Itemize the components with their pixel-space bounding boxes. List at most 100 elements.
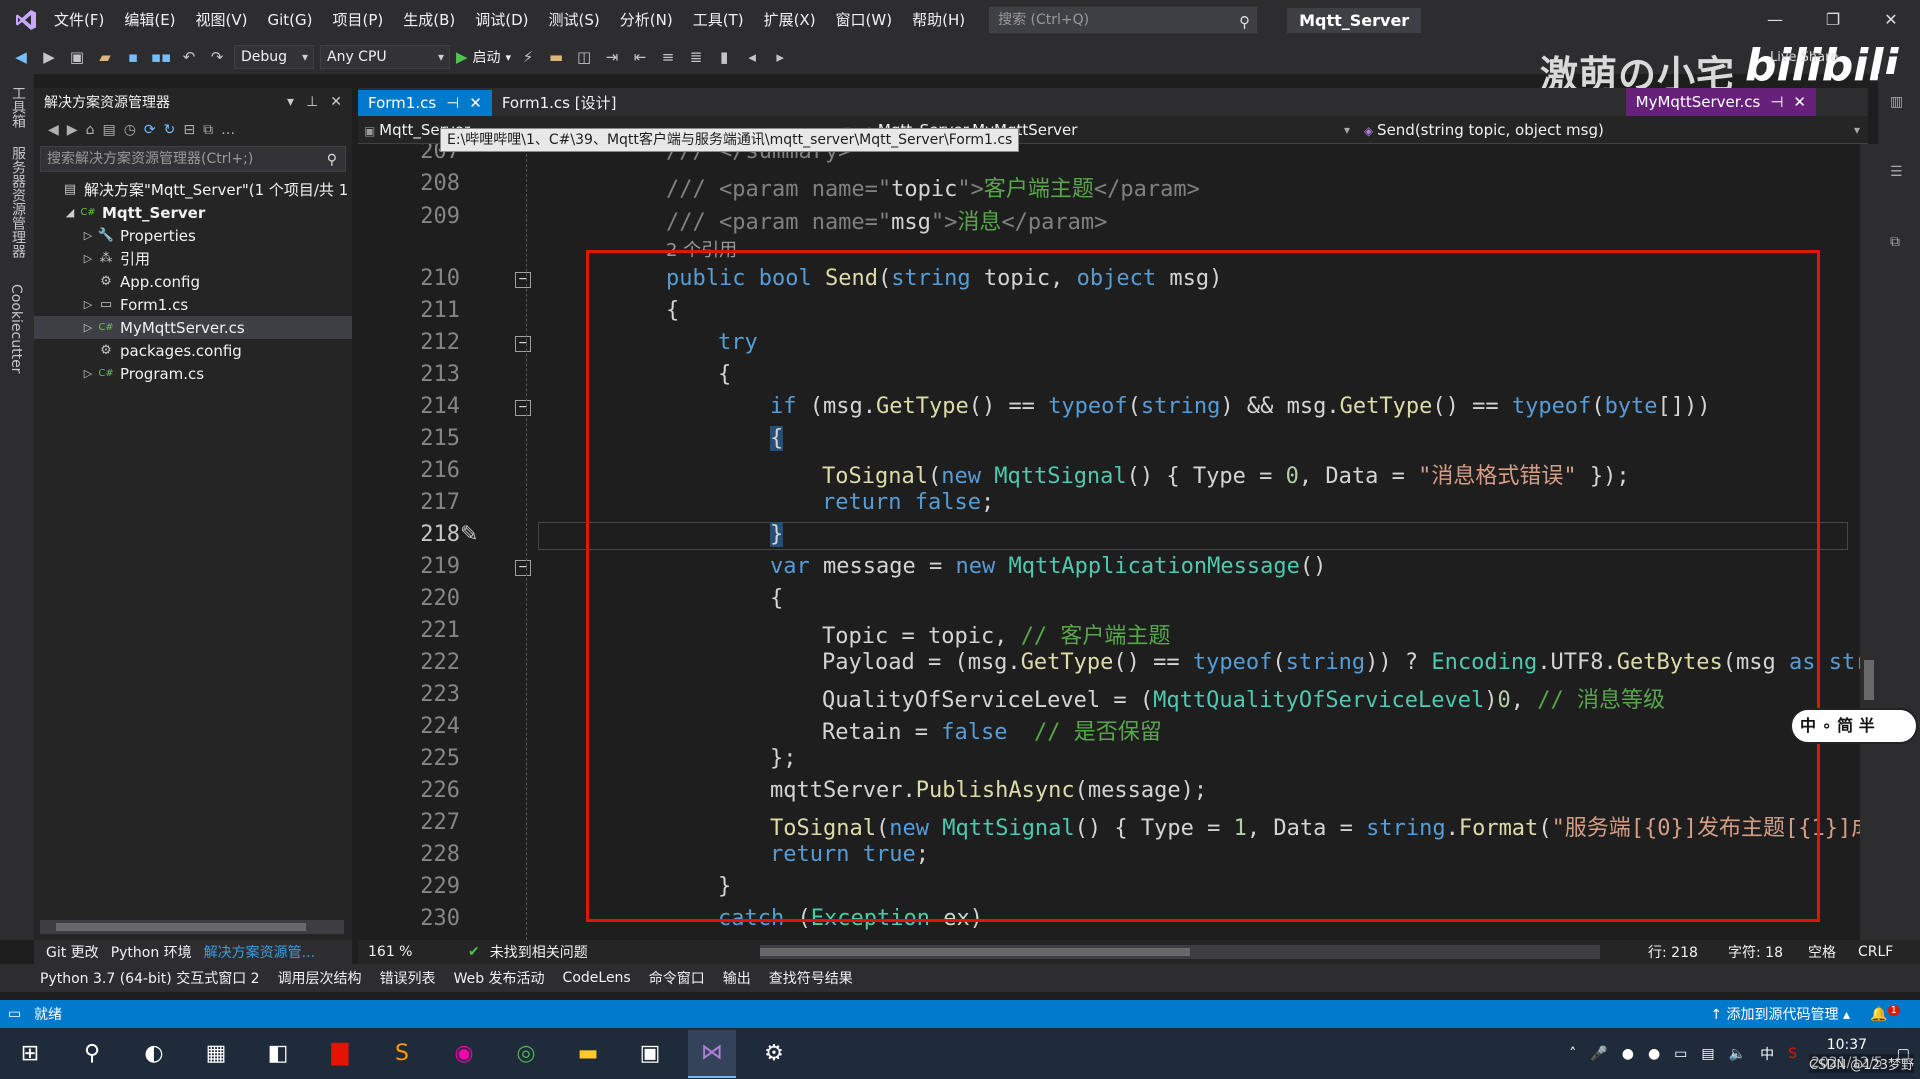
- tool-window-tab[interactable]: 错误列表: [380, 968, 436, 988]
- cookiecutter-tab[interactable]: Cookiecutter: [8, 284, 24, 373]
- restore-button[interactable]: ❐: [1804, 0, 1862, 40]
- menu-item[interactable]: 分析(N): [610, 0, 683, 40]
- tree-item[interactable]: ▷ ⁂ 引用: [34, 247, 352, 270]
- menu-item[interactable]: 编辑(E): [114, 0, 185, 40]
- minimize-button[interactable]: —: [1746, 0, 1804, 40]
- tree-item[interactable]: ▷ 🔧 Properties: [34, 224, 352, 247]
- save-all-icon[interactable]: ▪▪: [150, 46, 172, 68]
- fold-toggle-icon[interactable]: −: [515, 560, 531, 576]
- home-icon[interactable]: ⌂: [86, 122, 95, 138]
- fold-toggle-icon[interactable]: −: [515, 272, 531, 288]
- close-icon[interactable]: ✕: [469, 90, 482, 116]
- menu-item[interactable]: 窗口(W): [826, 0, 903, 40]
- live-share-button[interactable]: Live Share: [1770, 50, 1838, 65]
- properties-icon[interactable]: ☰: [1890, 164, 1903, 180]
- menu-item[interactable]: 测试(S): [539, 0, 610, 40]
- menu-item[interactable]: 文件(F): [44, 0, 114, 40]
- app-icon-3[interactable]: ◉: [440, 1030, 488, 1078]
- expand-arrow-icon[interactable]: ▷: [80, 298, 96, 311]
- forward-icon[interactable]: ▶: [38, 46, 60, 68]
- expand-arrow-icon[interactable]: ◢: [62, 206, 78, 219]
- settings-gear-icon[interactable]: ⚙: [750, 1030, 798, 1078]
- tool-window-tab[interactable]: CodeLens: [563, 970, 631, 986]
- bookmark-icon[interactable]: ▮: [713, 46, 735, 68]
- tool-window-tab[interactable]: 输出: [723, 968, 751, 988]
- horizontal-scrollbar[interactable]: [40, 920, 344, 934]
- browser-icon[interactable]: ◫: [573, 46, 595, 68]
- expand-arrow-icon[interactable]: ▷: [80, 321, 96, 334]
- chevron-up-icon[interactable]: ˄: [1569, 1046, 1576, 1062]
- issues-status[interactable]: 未找到相关问题: [490, 942, 598, 962]
- properties-icon[interactable]: …: [221, 122, 235, 138]
- redo-icon[interactable]: ↷: [206, 46, 228, 68]
- pin-icon[interactable]: ⊣: [1770, 88, 1783, 116]
- tab-form1-designer[interactable]: Form1.cs [设计]: [492, 90, 627, 116]
- switch-views-icon[interactable]: ▤: [102, 122, 115, 138]
- zoom-select[interactable]: 161 %: [358, 944, 458, 960]
- tool-window-tab[interactable]: 调用层次结构: [278, 968, 362, 988]
- sync-icon[interactable]: ⟳: [144, 122, 156, 138]
- save-icon[interactable]: ▪: [122, 46, 144, 68]
- menu-item[interactable]: 生成(B): [393, 0, 465, 40]
- qq-icon[interactable]: ●: [1648, 1046, 1660, 1062]
- sublime-icon[interactable]: S: [378, 1030, 426, 1078]
- app-icon-4[interactable]: ▣: [626, 1030, 674, 1078]
- pin-icon[interactable]: ⊣: [446, 90, 459, 116]
- browser-link-icon[interactable]: ⧉: [1890, 234, 1900, 250]
- calculator-icon[interactable]: ▦: [192, 1030, 240, 1078]
- diagnostic-tools-icon[interactable]: ▥: [1890, 94, 1903, 110]
- server-explorer-tab[interactable]: 服务器资源管理器: [8, 146, 28, 258]
- tool-window-tab[interactable]: 命令窗口: [649, 968, 705, 988]
- microphone-icon[interactable]: 🎤: [1590, 1046, 1607, 1062]
- solution-search-input[interactable]: 搜索解决方案资源管理器(Ctrl+;) ⚲: [40, 146, 346, 172]
- platform-select[interactable]: Any CPU: [320, 45, 450, 69]
- tree-item[interactable]: ◢ C# Mqtt_Server: [34, 201, 352, 224]
- close-icon[interactable]: ✕: [330, 94, 342, 110]
- tool-window-tab[interactable]: Web 发布活动: [454, 968, 545, 988]
- menu-item[interactable]: Git(G): [258, 0, 323, 40]
- battery-icon[interactable]: ▭: [1674, 1046, 1687, 1062]
- youdao-icon[interactable]: ▇: [316, 1030, 364, 1078]
- network-icon[interactable]: ▤: [1701, 1046, 1714, 1062]
- start-debugging-button[interactable]: ▶ 启动 ▾: [456, 47, 511, 67]
- tool-window-tab[interactable]: 查找符号结果: [769, 968, 853, 988]
- collapse-all-icon[interactable]: ⊟: [183, 122, 195, 138]
- show-all-files-icon[interactable]: ⧉: [203, 122, 213, 138]
- tree-item[interactable]: ⚙ App.config: [34, 270, 352, 293]
- quick-actions-brush-icon[interactable]: ✎: [460, 522, 478, 547]
- member-dropdown[interactable]: ◈ Send(string topic, object msg): [1358, 116, 1868, 144]
- menu-item[interactable]: 扩展(X): [754, 0, 826, 40]
- tree-item[interactable]: ▷ ▭ Form1.cs: [34, 293, 352, 316]
- fold-toggle-icon[interactable]: −: [515, 400, 531, 416]
- undo-icon[interactable]: ↶: [178, 46, 200, 68]
- notification-bell-icon[interactable]: 🔔 1: [1870, 1005, 1900, 1023]
- fire-icon[interactable]: ⚡: [517, 46, 539, 68]
- add-to-source-control-button[interactable]: ↑ 添加到源代码管理 ▴: [1710, 1004, 1850, 1024]
- tree-item[interactable]: ▤ 解决方案"Mqtt_Server"(1 个项目/共 1: [34, 178, 352, 201]
- visual-studio-taskbar-icon[interactable]: ⋈: [688, 1029, 736, 1078]
- pin-icon[interactable]: ⊥: [306, 94, 318, 110]
- sogou-icon[interactable]: S: [1788, 1046, 1797, 1062]
- new-project-icon[interactable]: ▣: [66, 46, 88, 68]
- expand-arrow-icon[interactable]: ▷: [80, 252, 96, 265]
- tab-python-env[interactable]: Python 环境: [111, 942, 192, 962]
- tab-mymqttserver-cs[interactable]: MyMqttServer.cs ⊣ ✕: [1625, 88, 1816, 116]
- menu-item[interactable]: 项目(P): [323, 0, 394, 40]
- whitespace-indicator[interactable]: 空格: [1798, 942, 1846, 962]
- close-button[interactable]: ✕: [1862, 0, 1920, 40]
- line-ending-indicator[interactable]: CRLF: [1848, 944, 1903, 960]
- ime-toolbar[interactable]: 中 ∘ 简 半: [1790, 708, 1918, 744]
- tab-git-changes[interactable]: Git 更改: [46, 942, 99, 962]
- volume-icon[interactable]: 🔈: [1729, 1046, 1746, 1062]
- uncomment-icon[interactable]: ≣: [685, 46, 707, 68]
- outdent-icon[interactable]: ⇤: [629, 46, 651, 68]
- menu-item[interactable]: 帮助(H): [902, 0, 975, 40]
- back-icon[interactable]: ◀: [48, 122, 59, 138]
- folder-icon[interactable]: ▬: [545, 46, 567, 68]
- expand-arrow-icon[interactable]: ▷: [80, 229, 96, 242]
- vertical-scrollbar[interactable]: [1860, 144, 1878, 940]
- toolbox-tab[interactable]: 工具箱: [8, 86, 28, 128]
- windows-start-icon[interactable]: ⊞: [6, 1030, 54, 1078]
- pending-changes-icon[interactable]: ◷: [124, 122, 136, 138]
- horizontal-scrollbar[interactable]: [760, 945, 1600, 959]
